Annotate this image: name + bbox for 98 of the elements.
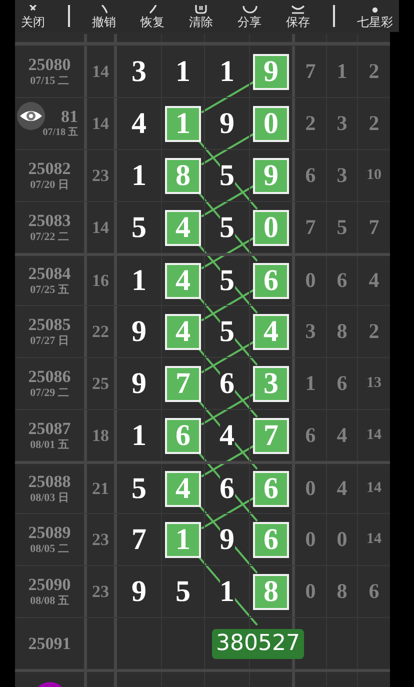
dot-icon — [372, 7, 378, 13]
tail-value: 2 — [368, 111, 380, 136]
highlighted-digit[interactable]: 9 — [253, 54, 289, 90]
tail-value: 2 — [305, 111, 316, 136]
highlighted-digit[interactable]: 6 — [253, 470, 289, 506]
toolbar-button[interactable]: 撤销 — [90, 5, 118, 32]
highlighted-digit[interactable]: 8 — [165, 158, 201, 194]
tail-value: 8 — [336, 319, 348, 344]
sum-value: 25 — [92, 374, 109, 394]
issue-number: 25085 — [28, 316, 71, 334]
tail-value: 7 — [305, 59, 316, 84]
tail-value: 6 — [305, 163, 316, 188]
sum-value: 23 — [92, 582, 109, 602]
toolbar-button[interactable]: 清除 — [187, 5, 215, 32]
issue-number: 81 — [61, 108, 78, 126]
tail-value: 4 — [336, 423, 348, 448]
issue-number: 25080 — [28, 56, 71, 74]
highlighted-digit[interactable]: 8 — [253, 574, 289, 610]
issue-number: 25090 — [28, 576, 71, 594]
sum-value: 14 — [92, 62, 109, 82]
tail-value: 0 — [305, 268, 316, 293]
tail-value: 14 — [366, 480, 382, 497]
sum-value: 16 — [92, 270, 109, 290]
tail-value: 4 — [368, 268, 380, 293]
issue-number: 25087 — [28, 420, 71, 438]
draw-date: 07/15 二 — [30, 74, 69, 88]
tail-value: 7 — [305, 215, 316, 240]
draw-date: 07/29 二 — [30, 386, 69, 400]
draw-date: 08/01 五 — [30, 438, 69, 452]
tail-value: 5 — [336, 215, 348, 240]
tail-value: 14 — [366, 531, 382, 548]
tail-value: 13 — [366, 375, 382, 392]
toolbar-button[interactable]: 分享 — [236, 5, 264, 32]
tail-value: 0 — [305, 476, 316, 501]
highlighted-digit[interactable]: 0 — [253, 210, 289, 246]
draw-date: 08/08 五 — [30, 594, 69, 608]
sum-value: 21 — [92, 478, 109, 498]
toolbar-button[interactable]: 七星彩 — [355, 5, 395, 32]
draw-date: 07/22 二 — [30, 230, 69, 244]
highlighted-digit[interactable]: 4 — [253, 314, 289, 350]
highlighted-digit[interactable]: 6 — [253, 262, 289, 298]
draw-date: 08/05 二 — [30, 542, 69, 556]
sum-value: 14 — [92, 114, 109, 134]
tail-value: 6 — [336, 268, 348, 293]
highlighted-digit[interactable]: 0 — [253, 106, 289, 142]
tail-value: 6 — [336, 371, 348, 396]
tail-value: 3 — [336, 111, 348, 136]
toolbar-button[interactable]: 保存 — [284, 5, 312, 32]
issue-number: 25091 — [28, 634, 71, 652]
sum-value: 18 — [92, 426, 109, 446]
tail-value: 6 — [305, 423, 316, 448]
highlighted-digit[interactable]: 1 — [165, 106, 201, 142]
issue-number: 25084 — [28, 264, 71, 282]
highlighted-digit[interactable]: 9 — [253, 158, 289, 194]
tail-value: 0 — [305, 579, 316, 604]
highlighted-digit[interactable]: 7 — [165, 366, 201, 402]
tail-value: 2 — [368, 319, 380, 344]
highlighted-digit[interactable]: 4 — [165, 470, 201, 506]
highlighted-digit[interactable]: 3 — [253, 366, 289, 402]
highlighted-digit[interactable]: 4 — [165, 262, 201, 298]
tail-value: 1 — [336, 59, 348, 84]
draw-date: 07/27 日 — [30, 334, 69, 348]
highlighted-digit[interactable]: 6 — [253, 522, 289, 558]
tail-value: 14 — [366, 427, 382, 444]
tail-value: 6 — [368, 579, 380, 604]
issue-number: 25086 — [28, 368, 71, 386]
tail-value: 2 — [368, 59, 380, 84]
issue-number: 25082 — [28, 160, 71, 178]
toolbar-button[interactable]: 关闭 — [19, 5, 47, 32]
highlighted-digit[interactable]: 4 — [165, 210, 201, 246]
sum-value: 22 — [92, 322, 109, 342]
sum-value: 23 — [92, 166, 109, 186]
draw-date: 07/18 五 — [42, 126, 78, 140]
tail-value: 0 — [336, 527, 348, 552]
issue-number: 25089 — [28, 524, 71, 542]
tail-value: 3 — [305, 319, 316, 344]
highlighted-digit[interactable]: 7 — [253, 418, 289, 454]
issue-number: 25088 — [28, 472, 71, 490]
tail-value: 7 — [368, 215, 380, 240]
eye-button[interactable] — [17, 102, 45, 130]
tail-value: 1 — [305, 371, 316, 396]
draw-date: 08/03 日 — [30, 490, 69, 504]
highlighted-digit[interactable]: 1 — [165, 522, 201, 558]
draw-date: 07/25 五 — [30, 282, 69, 296]
tail-value: 0 — [305, 527, 316, 552]
draw-date: 07/20 日 — [30, 178, 69, 192]
eye-icon — [20, 109, 42, 123]
sum-value: 14 — [92, 218, 109, 238]
highlighted-digit[interactable]: 6 — [165, 418, 201, 454]
tail-value: 10 — [366, 167, 382, 184]
sum-value: 23 — [92, 530, 109, 550]
tail-value: 4 — [336, 476, 348, 501]
tail-value: 8 — [336, 579, 348, 604]
issue-number: 25083 — [28, 212, 71, 230]
toolbar-button[interactable]: 恢复 — [138, 5, 166, 32]
connector-line — [201, 80, 255, 114]
highlighted-digit[interactable]: 4 — [165, 314, 201, 350]
tail-value: 3 — [336, 163, 348, 188]
